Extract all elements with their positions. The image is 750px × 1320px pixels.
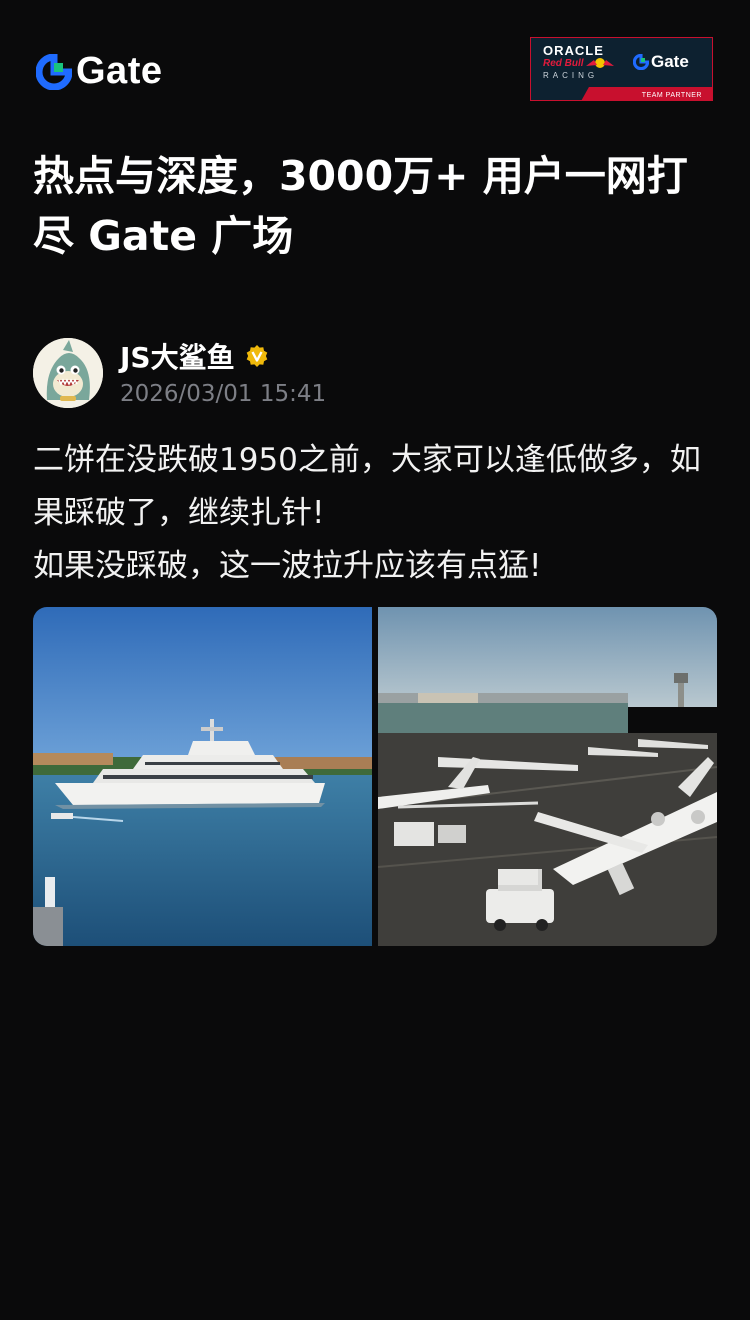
private-jets-airport-photo [378,607,717,946]
yacht-photo [33,607,372,946]
gate-logo-icon [36,53,72,90]
avatar[interactable] [33,338,103,408]
post-image-jets[interactable] [378,607,717,946]
post-body-text: 二饼在没跌破1950之前，大家可以逢低做多，如果踩破了，继续扎针! 如果没踩破，… [33,442,701,584]
page-headline: 热点与深度，3000万+ 用户一网打尽 Gate 广场 [33,152,688,260]
post-image-yacht[interactable] [33,607,372,946]
redbull-icon [586,58,614,68]
partner-gate-text: Gate [651,52,689,71]
verified-badge-icon [246,345,267,367]
gate-logo-icon [633,54,649,70]
racing-text: RACING [543,71,599,80]
gate-logo-text: Gate [76,50,163,92]
team-partner-text: TEAM PARTNER [641,92,702,99]
post-timestamp: 2026/03/01 15:41 [120,381,327,407]
partner-gate-logo: Gate [633,52,689,72]
team-partner-banner[interactable]: ORACLE Red Bull RACING Gate TEAM PARTNER [530,37,713,101]
author-name-row[interactable]: JS大鲨鱼 [120,336,269,376]
redbull-text: Red Bull [543,58,584,69]
avatar-shark [33,338,103,408]
gate-logo[interactable]: Gate [36,50,162,93]
author-name[interactable]: JS大鲨鱼 [120,336,235,376]
